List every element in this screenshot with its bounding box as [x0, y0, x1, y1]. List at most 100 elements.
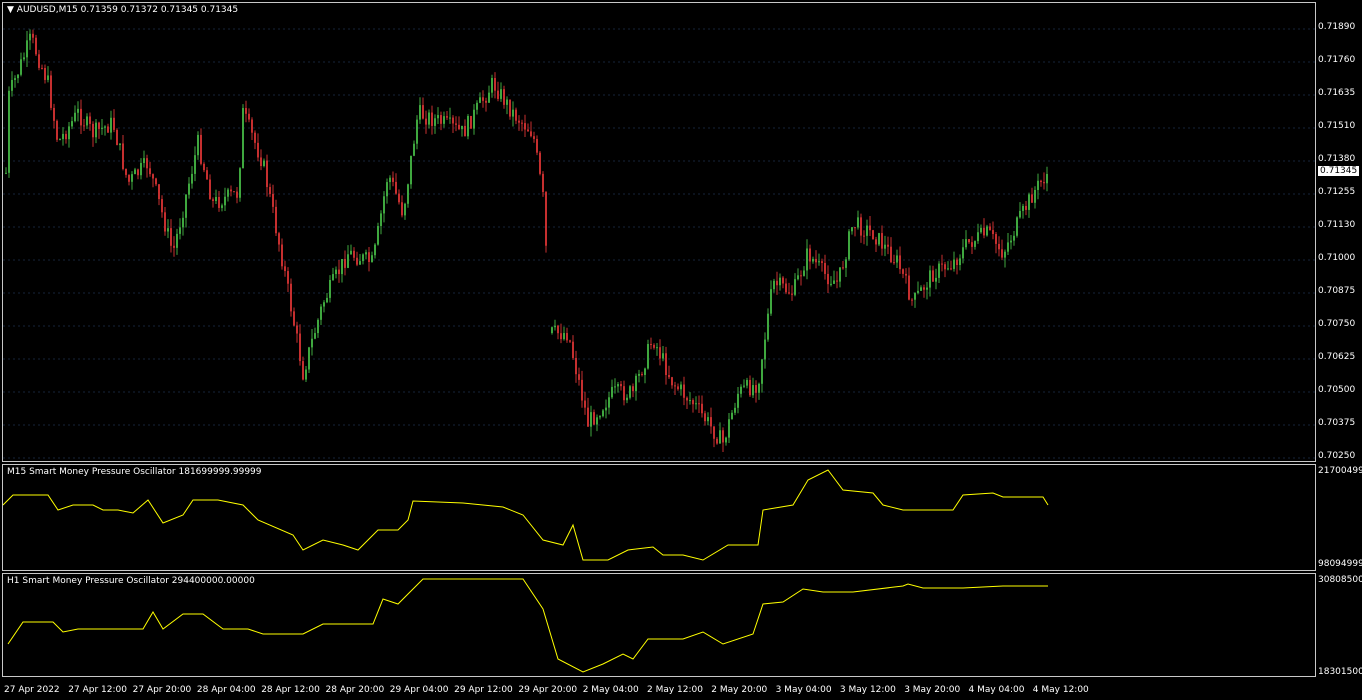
candle-body [764, 339, 766, 360]
candle-body [38, 54, 40, 68]
candle-body [914, 292, 916, 300]
candle-body [26, 40, 28, 58]
candle-body [935, 277, 937, 282]
candle-body [527, 129, 529, 132]
h1-scale-min: 183015000 [1318, 667, 1362, 677]
candle-body [503, 89, 505, 105]
candle-body [1007, 242, 1009, 252]
candle-body [158, 184, 160, 200]
candle-body [95, 122, 97, 138]
candle-body [41, 67, 43, 69]
candle-body [809, 248, 811, 262]
candle-body [818, 261, 820, 263]
candle-body [686, 397, 688, 401]
candle-body [758, 383, 760, 393]
candle-body [794, 279, 796, 295]
candle-body [458, 124, 460, 130]
candle-body [551, 327, 553, 333]
candle-body [956, 259, 958, 266]
candle-body [680, 384, 682, 390]
candle-body [173, 245, 175, 248]
candle-body [866, 225, 868, 236]
candle-body [572, 341, 574, 358]
candle-body [734, 407, 736, 413]
candle-body [878, 233, 880, 245]
candle-body [683, 384, 685, 398]
candle-body [101, 127, 103, 129]
candle-body [329, 280, 331, 298]
candle-body [185, 194, 187, 218]
candle-body [125, 168, 127, 175]
candle-body [167, 228, 169, 232]
candle-body [428, 112, 430, 125]
candle-body [929, 270, 931, 288]
candle-body [299, 333, 301, 362]
candle-body [803, 270, 805, 276]
candle-body [68, 126, 70, 140]
candle-body [164, 212, 166, 232]
candle-body [743, 385, 745, 387]
candle-body [953, 259, 955, 269]
candle-body [221, 205, 223, 208]
candle-body [20, 59, 22, 75]
candle-body [368, 252, 370, 262]
candle-body [920, 287, 922, 291]
candle-body [860, 217, 862, 236]
candle-body [1028, 194, 1030, 210]
h1-oscillator-pane[interactable]: H1 Smart Money Pressure Oscillator 29440… [2, 573, 1316, 677]
candle-body [74, 112, 76, 122]
candle-body [437, 115, 439, 119]
oscillator-line [7, 578, 1048, 673]
candle-body [257, 142, 259, 158]
candle-body [176, 233, 178, 248]
candle-body [302, 361, 304, 380]
candle-body [137, 169, 139, 176]
candle-body [500, 89, 502, 99]
candle-body [692, 400, 694, 405]
candle-body [269, 187, 271, 194]
m15-oscillator-pane[interactable]: M15 Smart Money Pressure Oscillator 1816… [2, 464, 1316, 571]
candle-body [791, 293, 793, 295]
candle-body [266, 160, 268, 188]
candle-body [263, 160, 265, 167]
candle-body [983, 227, 985, 236]
candle-body [533, 136, 535, 139]
candle-body [644, 368, 646, 375]
candle-body [47, 75, 49, 80]
candle-body [959, 258, 961, 266]
candle-body [251, 119, 253, 133]
candle-body [560, 333, 562, 340]
candle-body [50, 75, 52, 108]
candle-body [149, 168, 151, 175]
candle-body [347, 254, 349, 268]
candle-body [938, 263, 940, 278]
price-chart-pane[interactable]: ▼ AUDUSD,M15 0.71359 0.71372 0.71345 0.7… [2, 2, 1316, 462]
candle-body [404, 203, 406, 216]
candle-body [470, 115, 472, 129]
candle-body [83, 125, 85, 127]
candle-body [341, 259, 343, 275]
candle-body [401, 202, 403, 216]
time-axis-label: 3 May 04:00 [775, 685, 832, 695]
candle-body [512, 109, 514, 117]
candle-body [626, 397, 628, 401]
candle-body [893, 262, 895, 264]
candle-body [515, 109, 517, 121]
candle-body [134, 169, 136, 175]
candle-body [80, 108, 82, 126]
candle-body [452, 117, 454, 124]
candle-body [194, 155, 196, 174]
candle-body [467, 115, 469, 137]
candle-body [29, 33, 31, 41]
candle-body [224, 196, 226, 206]
candle-body [206, 170, 208, 180]
candle-body [14, 78, 16, 80]
candle-body [11, 79, 13, 91]
candle-body [965, 239, 967, 248]
candle-body [779, 277, 781, 286]
candle-body [902, 269, 904, 274]
candle-body [128, 174, 130, 182]
candle-body [869, 225, 871, 231]
candle-body [968, 239, 970, 243]
candle-body [941, 263, 943, 265]
